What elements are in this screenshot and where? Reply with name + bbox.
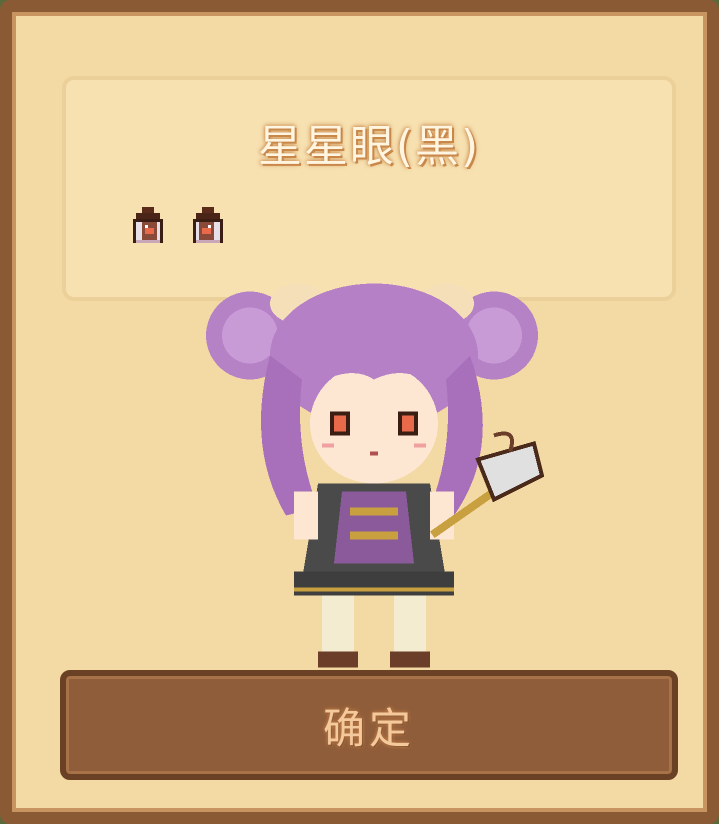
item-dialog: 星星眼(黑) 确定 — [0, 0, 719, 824]
confirm-label: 确定 — [322, 703, 415, 753]
eye-left-icon — [133, 207, 163, 243]
character-sprite — [206, 283, 545, 668]
confirm-button[interactable]: 确定 — [60, 670, 678, 780]
item-name: 星星眼(黑) — [257, 121, 481, 172]
eye-right-icon — [193, 207, 223, 243]
